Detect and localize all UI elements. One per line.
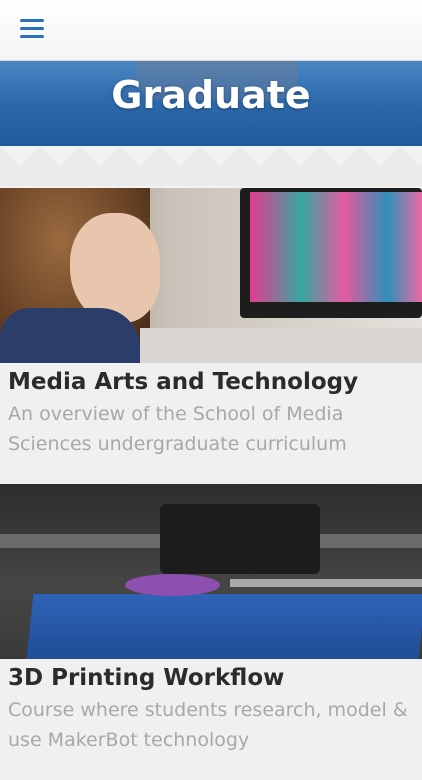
course-image — [0, 484, 422, 659]
course-image — [0, 188, 422, 363]
course-description: Course where students research, model & … — [8, 699, 408, 751]
header-banner: Graduate — [0, 60, 422, 146]
hamburger-menu-icon[interactable] — [20, 19, 46, 41]
course-text: 3D Printing Workflow Course where studen… — [0, 659, 422, 780]
page-title: Graduate — [111, 73, 311, 117]
course-description: An overview of the School of Media Scien… — [8, 403, 347, 455]
course-card[interactable]: 3D Printing Workflow Course where studen… — [0, 484, 422, 780]
course-card[interactable]: Media Arts and Technology An overview of… — [0, 188, 422, 484]
course-title: Media Arts and Technology — [8, 369, 359, 395]
course-title: 3D Printing Workflow — [8, 665, 285, 691]
course-text: Media Arts and Technology An overview of… — [0, 363, 422, 484]
top-navigation-bar — [0, 0, 422, 61]
